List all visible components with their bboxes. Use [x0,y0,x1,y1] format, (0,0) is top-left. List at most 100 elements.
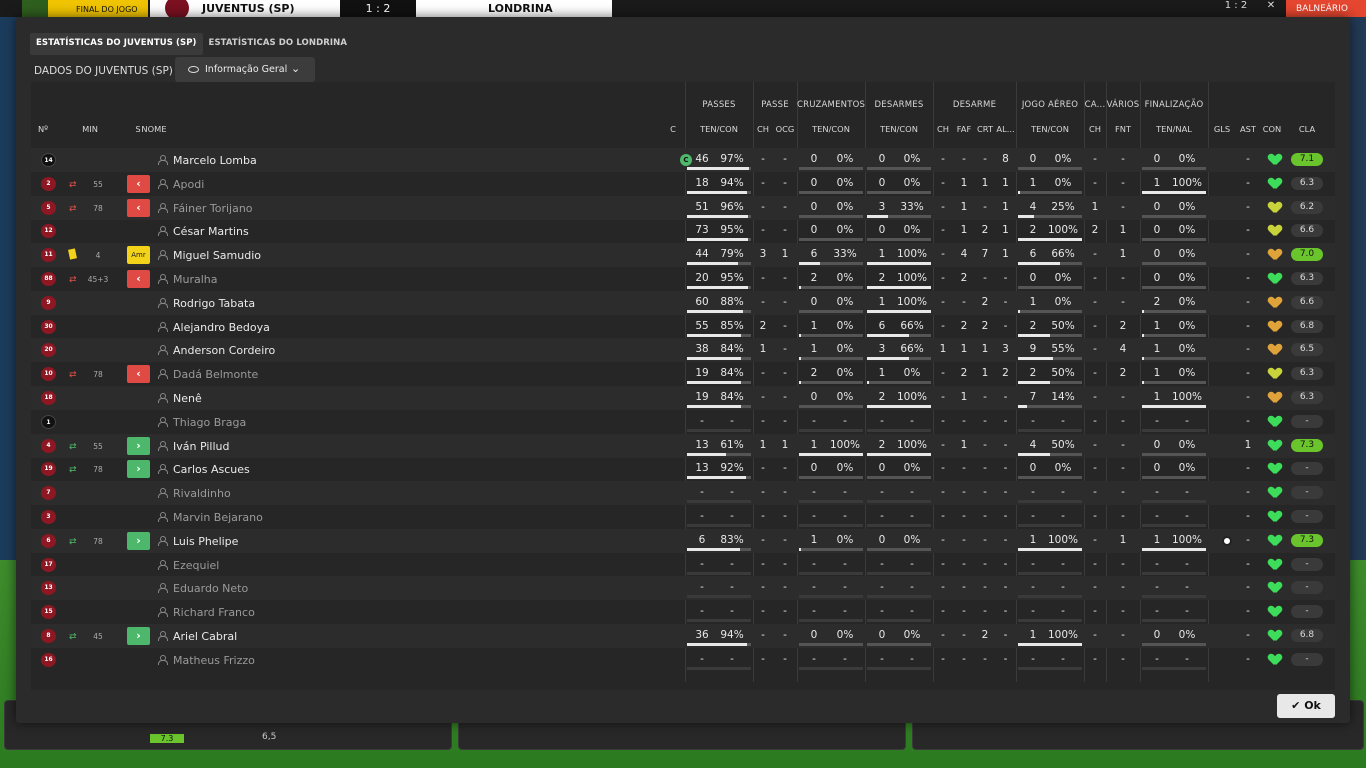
table-row[interactable]: 3 Marvin Bejarano - - - - - - - - - - - - - - - - - - - - [31,505,1335,529]
stat-cell-pp: 61% [720,438,744,451]
player-name[interactable]: Carlos Ascues [173,463,250,476]
col-tackles[interactable]: TEN/CON [865,124,933,134]
player-name[interactable]: César Martins [173,225,249,238]
view-dropdown[interactable]: Informação Geral ⌄ [175,57,315,82]
table-row[interactable]: 2 ⇄ 55 ‹ Apodi 18 94% - -0 0% 0 0% -1 1 1 1 0% - -1 100% -6.… [31,172,1335,196]
col-crosses[interactable]: TEN/CON [797,124,865,134]
player-name[interactable]: Marcelo Lomba [173,154,257,167]
table-row[interactable]: 1 Thiago Braga - - - - - - - - - - - - - - - - - - - - [31,410,1335,434]
stat-cell-crt: - [983,200,987,213]
player-name[interactable]: Miguel Samudio [173,249,261,262]
header-score-small: 1 : 2 [1216,0,1256,17]
table-row[interactable]: 88 ⇄ 45+3 ‹ Muralha 20 95% - - 2 0% 2 100% - 2 - - 0 0% - - 0… [31,267,1335,291]
player-name[interactable]: Muralha [173,273,218,286]
player-icon [158,583,168,594]
col-captain[interactable]: C [667,124,679,134]
col-tackle-faf[interactable]: FAF [953,124,975,134]
col-passe-ch[interactable]: CH [753,124,773,134]
player-name[interactable]: Richard Franco [173,606,255,619]
col-passes[interactable]: TEN/CON [685,124,753,134]
stat-cell-cp: 0% [836,153,854,165]
condition-heart-icon [1269,630,1281,642]
col-minutes[interactable]: MIN [75,124,105,134]
stat-cell-dch: - [941,367,945,380]
condition-heart-icon [1269,654,1281,666]
stat-cell-dt: - [880,486,884,499]
table-row[interactable]: 20 Anderson Cordeiro 38 84% 1-1 0% 3 66% 1 1 1 3 9 55… [31,338,1335,363]
player-name[interactable]: Alejandro Bedoya [173,321,270,334]
table-row[interactable]: 14 Marcelo Lomba C 46 97% - -0 0% 0 0% - - -8 0 0% - -0 0… [31,148,1335,172]
stat-cell-at: 1 [1029,295,1037,308]
table-row[interactable]: 17 Ezequiel - - - - - - - - - - - - - - - - - - - - [31,553,1335,577]
player-icon [158,416,168,427]
stat-bar-fill [867,357,910,361]
player-name[interactable]: Anderson Cordeiro [173,344,275,357]
player-name[interactable]: Fáiner Torijano [173,202,253,215]
table-row[interactable]: 9 Rodrigo Tabata 60 88% - -0 0% 1 100% - -2-1 0% - -2… [31,290,1335,315]
stat-cell-ast: - [1246,153,1250,165]
rating-badge: - [1291,414,1323,428]
col-various-fnt[interactable]: FNT [1106,124,1140,134]
col-tackle-crt[interactable]: CRT [975,124,995,134]
table-row[interactable]: 7 Rivaldinho - - - - - - - - - - - - - - - - - - - - [31,481,1335,506]
player-icon [158,321,168,332]
table-row[interactable]: 18 Nenê 19 84% - - 0 0% 2 100% - 1 - - 7 14% - - 1 100% - 6.3 [31,386,1335,410]
table-row[interactable]: 10 ⇄ 78 ‹ Dadá Belmonte 19 84% - -2 0% 1 0% -2 1 2 2 50%… [31,362,1335,386]
player-name[interactable]: Iván Pillud [173,440,229,453]
table-row[interactable]: 11 4 Amr Miguel Samudio 44 79% 3 1 6 33% 1 100% -4 7 1… [31,243,1335,268]
col-assists[interactable]: AST [1237,124,1259,134]
tab-londrina-stats[interactable]: ESTATÍSTICAS DO LONDRINA [203,33,353,55]
ok-button[interactable]: ✔ Ok [1277,694,1335,718]
player-name[interactable]: Dadá Belmonte [173,368,258,381]
table-row[interactable]: 4 ⇄ 55 › Iván Pillud 13 61% 1 1 1 100% 2 100% -1- -4 50… [31,433,1335,458]
player-name[interactable]: Apodi [173,178,204,191]
player-name[interactable]: Rodrigo Tabata [173,297,255,310]
table-row[interactable]: 6 ⇄ 78 › Luis Phelipe 6 83% - - 1 0% 0 0% - - - - 1 100% - 1… [31,528,1335,553]
table-row[interactable]: 5 ⇄ 78 ‹ Fáiner Torijano 51 96% - - 0 0% 3 33% - 1 - 1 4 2… [31,195,1335,220]
col-tackle-al[interactable]: AL... [995,124,1016,134]
condition-heart-icon [1269,511,1281,523]
player-name[interactable]: Luis Phelipe [173,535,238,548]
table-row[interactable]: 16 Matheus Frizzo - - - - - - - - - - - - - - - - - - - - [31,648,1335,672]
dressing-room-button[interactable]: BALNEÁRIO [1286,0,1366,17]
col-cards-ch[interactable]: CH [1084,124,1106,134]
col-number[interactable]: Nº [34,124,52,134]
col-shooting[interactable]: TEN/NAL [1140,124,1208,134]
col-tackle-ch[interactable]: CH [933,124,953,134]
col-goals[interactable]: GLS [1211,124,1233,134]
player-name[interactable]: Ezequiel [173,559,219,572]
col-name[interactable]: NOME [139,124,169,134]
rating-badge: 7.0 [1291,248,1323,262]
stat-cell-cach: - [1093,510,1097,522]
col-aerial[interactable]: TEN/CON [1016,124,1084,134]
stat-cell-faf: 2 [960,319,968,332]
close-icon[interactable]: ✕ [1258,0,1284,17]
stat-bar-track [867,524,931,527]
col-rating[interactable]: CLA [1291,124,1323,134]
table-row[interactable]: 15 Richard Franco - - - - - - - - - - - - - - - - - - - - [31,600,1335,624]
player-name[interactable]: Thiago Braga [173,416,246,429]
table-row[interactable]: 30 Alejandro Bedoya 55 85% 2-1 0% 6 66% -2 2-2 50%… [31,315,1335,339]
col-condition[interactable]: CON [1261,124,1283,134]
stat-cell-ast: - [1246,510,1250,522]
table-row[interactable]: 19 ⇄ 78 › Carlos Ascues 13 92% - - 0 0% 0 0% - - - - 0 0% -… [31,457,1335,481]
player-name[interactable]: Nenê [173,392,202,405]
stat-cell-cp: 0% [836,391,854,403]
player-name[interactable]: Rivaldinho [173,487,231,500]
tab-juventus-stats[interactable]: ESTATÍSTICAS DO JUVENTUS (SP) [30,33,203,55]
stat-cell-dch: - [941,652,945,665]
player-icon [158,369,168,380]
col-passe-ocg[interactable]: OCG [773,124,797,134]
table-row[interactable]: 8 ⇄ 45 › Ariel Cabral 36 94% - - 0 0% 0 0% - - 2 - 1 100% -… [31,624,1335,648]
stat-cell-fp: 0% [1178,462,1196,475]
table-row[interactable]: 12 César Martins 73 95% - -0 0% 0 0% -1 2 1 2 100% 2 1 0… [31,219,1335,243]
player-name[interactable]: Eduardo Neto [173,582,248,595]
player-name[interactable]: Ariel Cabral [173,630,237,643]
stat-cell-ch: - [761,510,765,522]
stat-cell-pt: 20 [695,272,709,284]
stat-bar-track [799,619,863,623]
stat-bar-fill [687,262,738,266]
table-row[interactable]: 13 Eduardo Neto - - - - - - - - - - - - - - - - - - - - [31,576,1335,601]
player-name[interactable]: Marvin Bejarano [173,511,263,524]
player-name[interactable]: Matheus Frizzo [173,654,255,667]
